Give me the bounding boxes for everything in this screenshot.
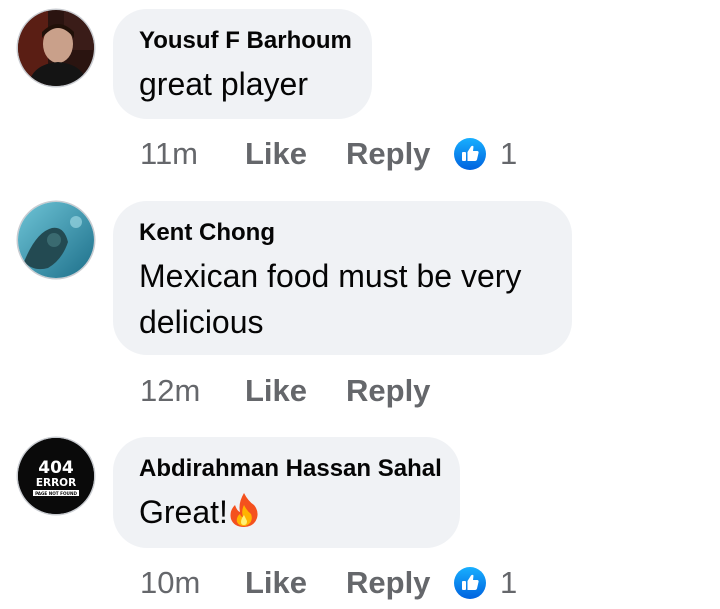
comment-author[interactable]: Abdirahman Hassan Sahal: [139, 455, 442, 483]
comment-text-content: Great!: [139, 494, 228, 530]
like-thumb-icon[interactable]: [454, 567, 486, 599]
reply-button[interactable]: Reply: [346, 563, 430, 603]
comment-text: Mexican food must be very delicious: [139, 253, 546, 345]
like-thumb-icon[interactable]: [454, 138, 486, 170]
avatar-sub-text: PAGE NOT FOUND: [35, 491, 77, 496]
like-button[interactable]: Like: [245, 563, 307, 603]
comment-timestamp[interactable]: 11m: [140, 134, 198, 174]
like-button[interactable]: Like: [245, 371, 307, 411]
comment-bubble: Yousuf F Barhoum great player: [113, 9, 372, 119]
comment-bubble: Abdirahman Hassan Sahal Great!: [113, 437, 460, 548]
reply-button[interactable]: Reply: [346, 134, 430, 174]
avatar-code-text: 404: [38, 458, 74, 478]
comment-text: great player: [139, 66, 308, 102]
comment-text-line: Mexican food must be very: [139, 258, 522, 294]
avatar[interactable]: 404 ERROR PAGE NOT FOUND: [18, 438, 94, 514]
comment-author[interactable]: Yousuf F Barhoum: [139, 27, 352, 55]
reply-button[interactable]: Reply: [346, 371, 430, 411]
comment-bubble: Kent Chong Mexican food must be very del…: [113, 201, 572, 355]
comment-text-line: delicious: [139, 304, 264, 340]
comment-timestamp[interactable]: 12m: [140, 371, 200, 411]
comment-author[interactable]: Kent Chong: [139, 219, 546, 247]
avatar-label-text: ERROR: [36, 477, 76, 489]
like-button[interactable]: Like: [245, 134, 307, 174]
fire-icon: [228, 491, 260, 541]
avatar-image: 404 ERROR PAGE NOT FOUND: [18, 438, 94, 514]
reaction-count[interactable]: 1: [500, 134, 517, 174]
avatar-image: [18, 10, 94, 86]
reaction-count[interactable]: 1: [500, 563, 517, 603]
avatar[interactable]: [18, 10, 94, 86]
avatar[interactable]: [18, 202, 94, 278]
comment-text: Great!: [139, 489, 434, 541]
avatar-image: [18, 202, 94, 278]
comment-timestamp[interactable]: 10m: [140, 563, 200, 603]
